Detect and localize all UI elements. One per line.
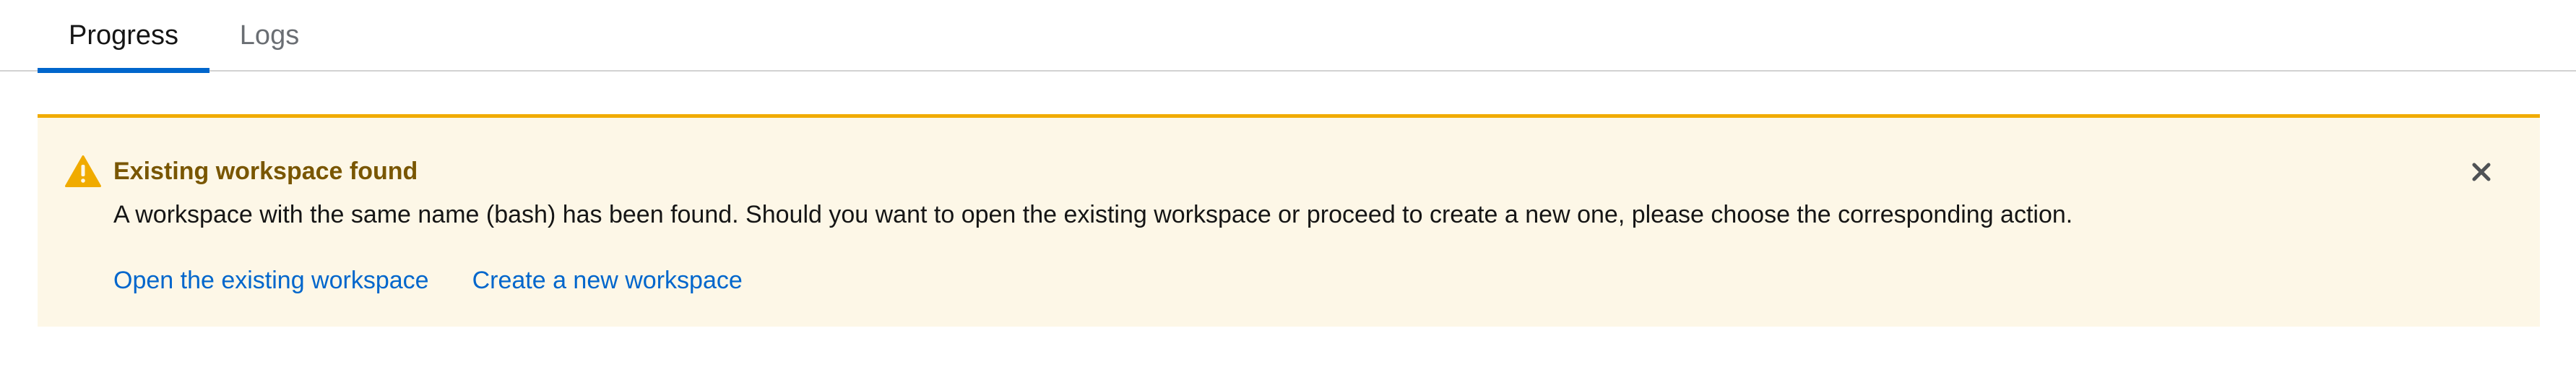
alert-message: A workspace with the same name (bash) ha… [113, 201, 2073, 228]
exclamation-triangle-icon [65, 155, 101, 187]
tab-logs-label: Logs [239, 20, 300, 51]
tab-bar: Progress Logs [0, 0, 2576, 73]
tab-logs[interactable]: Logs [222, 0, 316, 72]
open-existing-workspace-link[interactable]: Open the existing workspace [113, 264, 429, 296]
alert-title: Existing workspace found [113, 158, 418, 185]
page: Progress Logs Existing workspace found A… [0, 0, 2576, 370]
alert-action-group: Open the existing workspace Create a new… [113, 264, 743, 296]
warning-alert: Existing workspace found A workspace wit… [38, 114, 2540, 327]
tab-progress-label: Progress [68, 20, 179, 51]
close-icon [2472, 163, 2491, 181]
create-new-workspace-link[interactable]: Create a new workspace [472, 264, 743, 296]
alert-close-button[interactable] [2465, 155, 2498, 189]
tab-progress[interactable]: Progress [38, 0, 209, 73]
